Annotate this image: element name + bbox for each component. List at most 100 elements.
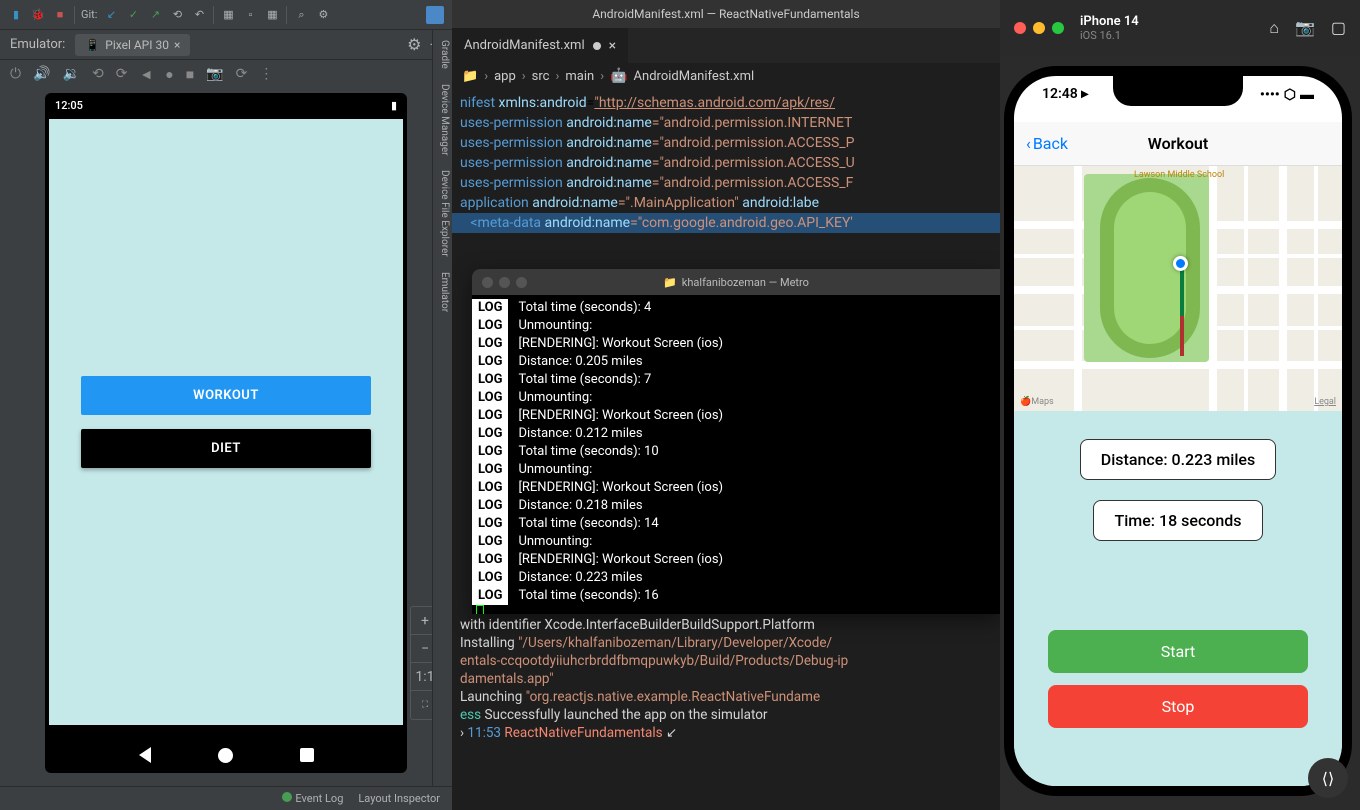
main-toolbar: ▮ 🐞 ■ Git: ↙ ✓ ↗ ⟲ ↶ ▦ ▫ ▦ ⌕ ⚙ <box>0 0 452 30</box>
editor-tab[interactable]: AndroidManifest.xml × <box>452 28 628 63</box>
tab-bar: AndroidManifest.xml × <box>452 28 1000 63</box>
start-button[interactable]: Start <box>1048 630 1307 673</box>
metro-terminal: 📁khalfanibozeman — Metro LOGTotal time (… <box>472 269 1000 614</box>
rail-file-explorer[interactable]: Device File Explorer <box>435 170 450 257</box>
record-button[interactable]: ⟨⟩ <box>1308 758 1348 798</box>
iphone-frame: 12:48 ▸ •••• ⬡ ▬ ‹Back Workout Lawson Mi… <box>1004 66 1352 796</box>
volume-up-icon[interactable]: 🔊 <box>33 66 50 82</box>
undo-icon[interactable]: ↶ <box>191 7 207 23</box>
back-icon[interactable]: ◄ <box>139 66 153 83</box>
terminal-titlebar[interactable]: 📁khalfanibozeman — Metro <box>472 269 1000 295</box>
overview-icon[interactable]: ■ <box>186 66 194 83</box>
traffic-min-icon[interactable] <box>1033 22 1045 34</box>
android-studio-panel: ▮ 🐞 ■ Git: ↙ ✓ ↗ ⟲ ↶ ▦ ▫ ▦ ⌕ ⚙ Emulator:… <box>0 0 452 810</box>
simulator-titlebar[interactable]: iPhone 14 iOS 16.1 ⌂ 📷 ▢ <box>1000 0 1360 56</box>
emulator-bar: Emulator: 📱 Pixel API 30 × ⚙ — <box>0 30 452 60</box>
event-log[interactable]: Event Log <box>282 792 343 805</box>
tool-rail: Gradle Device Manager Device File Explor… <box>432 30 452 786</box>
breadcrumb: 📁› app› src› main› 🤖 AndroidManifest.xml <box>452 63 1000 89</box>
rotate-right-icon[interactable]: ⟳ <box>116 66 128 82</box>
time-display: Time: 18 seconds <box>1093 500 1262 541</box>
nav-overview-icon[interactable] <box>300 748 314 762</box>
terminal-output[interactable]: LOGTotal time (seconds): 4LOGUnmounting:… <box>472 295 1000 614</box>
user-location-dot <box>1173 256 1188 271</box>
wifi-icon: ⬡ <box>1284 87 1296 103</box>
os-version: iOS 16.1 <box>1080 29 1139 42</box>
profiler-icon[interactable]: ▦ <box>264 7 280 23</box>
rail-emulator[interactable]: Emulator <box>435 272 450 312</box>
notch <box>1113 76 1243 106</box>
android-app-screen: WORKOUT DIET <box>49 119 403 725</box>
rotate-icon[interactable]: ▢ <box>1331 18 1346 38</box>
folder-icon: 📁 <box>663 276 677 289</box>
home-icon[interactable]: ● <box>165 66 173 83</box>
code-area[interactable]: nifest xmlns:android="http://schemas.and… <box>452 89 1000 269</box>
folder-icon: 📁 <box>462 69 478 84</box>
traffic-min[interactable] <box>499 277 510 288</box>
close-tab-icon[interactable]: × <box>174 38 180 52</box>
phone-icon: 📱 <box>85 38 100 52</box>
reload-icon[interactable]: ⟳ <box>236 66 248 82</box>
tab-settings-icon[interactable]: ⚙ <box>407 35 421 54</box>
emulator-controls: ⏻ 🔊 🔉 ⟲ ⟳ ◄ ● ■ 📷 ⟳ ⋮ <box>0 60 452 88</box>
status-bar: Event Log Layout Inspector <box>0 786 452 810</box>
legal-link[interactable]: Legal <box>1314 397 1336 407</box>
traffic-close-icon[interactable] <box>1014 22 1026 34</box>
android-icon[interactable]: ▮ <box>8 7 24 23</box>
rail-device-manager[interactable]: Device Manager <box>435 84 450 156</box>
screenshot-icon[interactable]: 📷 <box>1295 18 1315 38</box>
traffic-max[interactable] <box>516 277 527 288</box>
android-nav-bar <box>45 747 407 763</box>
sdk-icon[interactable]: ▫ <box>242 7 258 23</box>
git-commit-icon[interactable]: ✓ <box>125 7 141 23</box>
traffic-close[interactable] <box>482 277 493 288</box>
settings-icon[interactable]: ⚙ <box>315 7 331 23</box>
device-name: iPhone 14 <box>1080 14 1139 29</box>
history-icon[interactable]: ⟲ <box>169 7 185 23</box>
signal-icon: •••• <box>1260 87 1280 103</box>
git-label: Git: <box>81 8 97 21</box>
window-title: AndroidManifest.xml — ReactNativeFundame… <box>452 0 1000 28</box>
rotate-left-icon[interactable]: ⟲ <box>92 66 104 82</box>
emulator-label: Emulator: <box>10 37 65 52</box>
close-icon[interactable]: × <box>609 38 616 54</box>
stop-button[interactable]: Stop <box>1048 685 1307 728</box>
volume-down-icon[interactable]: 🔉 <box>63 66 80 82</box>
avd-icon[interactable]: ▦ <box>220 7 236 23</box>
distance-display: Distance: 0.223 miles <box>1080 439 1276 480</box>
maps-attribution: 🍎Maps <box>1020 397 1054 407</box>
back-button[interactable]: ‹Back <box>1014 134 1080 153</box>
stop-icon[interactable]: ■ <box>52 7 68 23</box>
layout-inspector[interactable]: Layout Inspector <box>358 792 440 805</box>
workout-panel: Distance: 0.223 miles Time: 18 seconds S… <box>1014 411 1342 786</box>
map-view[interactable]: Lawson Middle School 🍎Maps Legal <box>1014 166 1342 411</box>
nav-home-icon[interactable] <box>218 748 233 763</box>
android-status-bar: 12:05 ▮ <box>45 93 407 118</box>
battery-icon: ▮ <box>391 99 397 112</box>
home-icon[interactable]: ⌂ <box>1269 18 1279 38</box>
diet-button[interactable]: DIET <box>81 429 371 468</box>
git-pull-icon[interactable]: ↙ <box>103 7 119 23</box>
poi-label: Lawson Middle School <box>1134 170 1224 180</box>
more-icon[interactable]: ⋮ <box>259 66 273 82</box>
run-icon[interactable]: 🐞 <box>30 7 46 23</box>
code-editor: AndroidManifest.xml — ReactNativeFundame… <box>452 0 1000 810</box>
traffic-max-icon[interactable] <box>1052 22 1064 34</box>
build-output[interactable]: with identifier Xcode.InterfaceBuilderBu… <box>452 614 1000 744</box>
battery-icon: ▬ <box>1300 86 1314 103</box>
git-push-icon[interactable]: ↗ <box>147 7 163 23</box>
nav-bar: ‹Back Workout <box>1014 122 1342 166</box>
power-icon[interactable]: ⏻ <box>10 66 21 82</box>
nav-back-icon[interactable] <box>139 747 151 763</box>
page-title: Workout <box>1148 134 1208 153</box>
workout-button[interactable]: WORKOUT <box>81 376 371 415</box>
screenshot-icon[interactable]: 📷 <box>206 66 223 82</box>
rail-gradle[interactable]: Gradle <box>435 40 450 69</box>
iphone-screen: 12:48 ▸ •••• ⬡ ▬ ‹Back Workout Lawson Mi… <box>1014 76 1342 786</box>
search-icon[interactable]: ⌕ <box>293 7 309 23</box>
avatar[interactable] <box>426 6 444 24</box>
chevron-left-icon: ‹ <box>1026 134 1031 153</box>
device-tab[interactable]: 📱 Pixel API 30 × <box>75 34 190 56</box>
modified-indicator <box>593 42 601 50</box>
android-file-icon: 🤖 <box>610 68 627 84</box>
